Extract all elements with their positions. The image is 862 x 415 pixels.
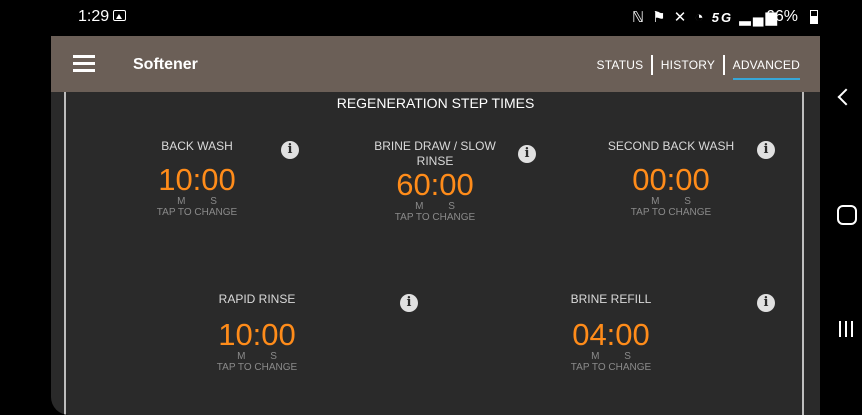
menu-icon[interactable] [73,54,95,72]
image-notification-icon [113,10,126,21]
recent-apps-icon[interactable] [838,321,854,337]
left-border [64,92,66,415]
tab-bar: STATUS HISTORY ADVANCED [597,55,801,80]
tap-to-change-hint: TAP TO CHANGE [156,207,238,218]
step-rapid-rinse[interactable]: RAPID RINSE 10:00 M S TAP TO CHANGE [197,292,317,374]
status-icons-text: ℕ ⚑ ✕ ◔ [632,9,712,26]
battery-icon [810,10,818,24]
tap-to-change-hint: TAP TO CHANGE [570,362,652,373]
info-icon[interactable]: i [400,294,418,312]
info-icon[interactable]: i [757,294,775,312]
step-label: BRINE DRAW / SLOW RINSE [374,139,496,168]
tab-divider [651,55,653,75]
info-icon[interactable]: i [757,141,775,159]
tap-to-change-hint: TAP TO CHANGE [216,362,298,373]
battery-percent: 66% [766,8,799,25]
tab-history[interactable]: HISTORY [661,58,715,78]
step-label: BRINE REFILL [570,292,652,306]
step-time-value[interactable]: 60:00 [365,169,505,201]
step-time-value[interactable]: 10:00 [137,164,257,196]
app-bar: Softener STATUS HISTORY ADVANCED [51,36,820,92]
status-bar: 1:29 ℕ ⚑ ✕ ◔ 5G ▂▄▆ 66% [0,0,820,36]
status-icons: ℕ ⚑ ✕ ◔ 5G ▂▄▆ [632,8,779,26]
step-time-value[interactable]: 10:00 [197,319,317,351]
step-units: M S [651,196,691,207]
tap-to-change-hint: TAP TO CHANGE [630,207,712,218]
page-title: Softener [133,56,198,73]
tab-status[interactable]: STATUS [597,58,644,78]
step-label: RAPID RINSE [218,292,296,306]
tab-divider [723,55,725,75]
step-units: M S [177,196,217,207]
tab-advanced[interactable]: ADVANCED [732,58,801,80]
step-time-value[interactable]: 04:00 [551,319,671,351]
info-icon[interactable]: i [518,145,536,163]
status-time: 1:29 [78,8,110,25]
tap-to-change-hint: TAP TO CHANGE [394,212,476,223]
step-units: M S [415,201,455,212]
back-icon[interactable] [837,88,855,106]
section-title: REGENERATION STEP TIMES [336,95,535,111]
network-type: 5G [711,10,734,25]
info-icon[interactable]: i [281,141,299,159]
step-brine-draw[interactable]: BRINE DRAW / SLOW RINSE 60:00 M S TAP TO… [365,139,505,224]
step-label: SECOND BACK WASH [607,139,735,153]
step-units: M S [237,351,277,362]
home-icon[interactable] [837,205,857,225]
advanced-content: REGENERATION STEP TIMES BACK WASH 10:00 … [51,92,820,415]
step-back-wash[interactable]: BACK WASH 10:00 M S TAP TO CHANGE [137,139,257,219]
step-time-value[interactable]: 00:00 [596,164,746,196]
right-border [802,92,804,415]
step-label: BACK WASH [161,139,233,153]
step-second-back-wash[interactable]: SECOND BACK WASH 00:00 M S TAP TO CHANGE [596,139,746,219]
app-window: Softener STATUS HISTORY ADVANCED REGENER… [51,36,820,415]
system-nav-bar [820,0,862,415]
step-brine-refill[interactable]: BRINE REFILL 04:00 M S TAP TO CHANGE [551,292,671,374]
step-units: M S [591,351,631,362]
